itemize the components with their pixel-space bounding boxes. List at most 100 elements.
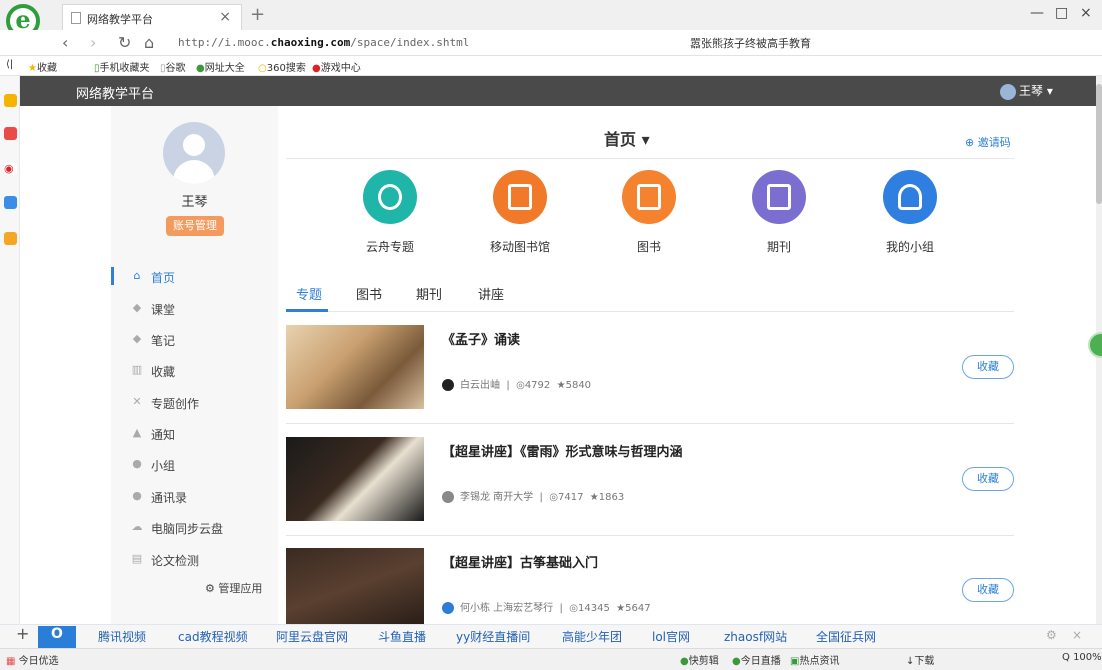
scrollbar-thumb[interactable] xyxy=(1096,84,1102,204)
quick-link[interactable]: cad教程视频 xyxy=(178,628,248,645)
nav-item-cloud[interactable]: ☁ 电脑同步云盘 xyxy=(111,515,278,541)
browser-sidebar xyxy=(0,76,20,624)
feature-my-group[interactable]: 我的小组 xyxy=(865,170,955,255)
item-meta: 何小栋 上海宏艺琴行 | ◎14345 ★5647 xyxy=(442,599,651,614)
item-title[interactable]: 【超星讲座】《雷雨》形式意味与哲理内涵 xyxy=(442,441,683,460)
thumbnail xyxy=(286,548,424,624)
status-item[interactable]: ●今日直播 xyxy=(732,652,781,667)
user-menu[interactable]: 王琴 ▾ xyxy=(1000,82,1053,100)
browser-tab[interactable]: 网络教学平台 × xyxy=(62,4,242,30)
feature-books[interactable]: 图书 xyxy=(604,170,694,255)
weibo-icon[interactable]: ◉ xyxy=(4,162,17,175)
quick-link[interactable]: 全国征兵网 xyxy=(816,628,876,645)
nav-item-contacts[interactable]: ● 通讯录 xyxy=(111,484,278,510)
manage-apps-link[interactable]: ⚙ 管理应用 xyxy=(205,580,262,596)
tab-journals[interactable]: 期刊 xyxy=(416,284,442,303)
nav-item-group[interactable]: ● 小组 xyxy=(111,452,278,478)
tab-close-button[interactable]: × xyxy=(219,9,231,25)
book-icon xyxy=(622,170,676,224)
tab-title: 网络教学平台 xyxy=(87,13,153,26)
close-button[interactable]: × xyxy=(1080,5,1092,21)
favorite-button[interactable]: 收藏 xyxy=(962,578,1014,602)
topic-create-icon: ✕ xyxy=(132,395,142,408)
notes-icon: ◆ xyxy=(132,332,142,345)
quick-link[interactable]: 阿里云盘官网 xyxy=(276,628,348,645)
user-name: 王琴 xyxy=(1019,84,1044,98)
invite-code-link[interactable]: ⊕ 邀请码 xyxy=(965,134,1011,150)
profile-name: 王琴 xyxy=(181,195,208,210)
forward-icon[interactable]: › xyxy=(90,33,96,52)
account-manage-button[interactable]: 账号管理 xyxy=(166,216,224,236)
feature-yunzhou[interactable]: 云舟专题 xyxy=(345,170,435,255)
nav-item-notice[interactable]: ▲ 通知 xyxy=(111,421,278,447)
page-icon xyxy=(71,12,81,24)
quick-links-bar xyxy=(0,624,1102,648)
quick-link[interactable]: 斗鱼直播 xyxy=(378,628,426,645)
item-title[interactable]: 【超星讲座】古筝基础入门 xyxy=(442,552,598,571)
quick-link[interactable]: lol官网 xyxy=(652,628,690,645)
maximize-button[interactable]: □ xyxy=(1055,5,1068,21)
favorites-icon: ▥ xyxy=(131,363,143,376)
avatar[interactable] xyxy=(163,122,225,184)
quick-link[interactable]: 高能少年团 xyxy=(562,628,622,645)
status-item[interactable]: ●快剪辑 xyxy=(680,652,719,667)
download-icon[interactable]: ↓下载 xyxy=(906,652,934,667)
url-input[interactable]: http://i.mooc.chaoxing.com/space/index.s… xyxy=(178,36,469,49)
bookmark-favorites[interactable]: ★收藏 xyxy=(28,59,57,74)
status-item[interactable]: ▣热点资讯 xyxy=(790,652,839,667)
add-icon[interactable]: + xyxy=(16,624,29,643)
nav-item-favorites[interactable]: ▥ 收藏 xyxy=(111,358,278,384)
bookmark-directory[interactable]: ●网址大全 xyxy=(196,59,245,74)
item-title[interactable]: 《孟子》诵读 xyxy=(442,329,520,348)
tab-divider xyxy=(286,311,1014,312)
bookmark-games[interactable]: ●游戏中心 xyxy=(312,59,361,74)
back-icon[interactable]: ‹ xyxy=(62,33,68,52)
page-title[interactable]: 首页 ▾ xyxy=(604,126,650,150)
mobile-icon xyxy=(493,170,547,224)
sidebar-toggle-icon[interactable]: ⟨| xyxy=(6,59,13,70)
home-icon[interactable]: ⌂ xyxy=(144,33,154,52)
status-bar xyxy=(0,648,1102,670)
tab-books[interactable]: 图书 xyxy=(356,284,382,303)
favorite-button[interactable]: 收藏 xyxy=(962,355,1014,379)
list-item[interactable]: 【超星讲座】《雷雨》形式意味与哲理内涵 李锡龙 南开大学 | ◎7417 ★18… xyxy=(286,437,1014,549)
feature-mobile-library[interactable]: 移动图书馆 xyxy=(475,170,565,255)
nav-item-topic-create[interactable]: ✕ 专题创作 xyxy=(111,390,278,416)
new-tab-button[interactable]: + xyxy=(250,4,265,25)
tab-active-underline xyxy=(286,309,328,312)
notebook-icon[interactable] xyxy=(4,232,17,245)
bookmark-mobile[interactable]: ▯手机收藏夹 xyxy=(94,59,150,74)
document-check-icon: ▤ xyxy=(131,552,143,565)
zoom-level[interactable]: Q 100% xyxy=(1062,652,1102,663)
search-circle-icon[interactable]: O xyxy=(38,626,76,648)
refresh-icon[interactable]: ↻ xyxy=(118,33,131,52)
address-bar-row xyxy=(0,30,1102,56)
quick-link[interactable]: 腾讯视频 xyxy=(98,628,146,645)
tab-lectures[interactable]: 讲座 xyxy=(478,284,504,303)
feature-journals[interactable]: 期刊 xyxy=(734,170,824,255)
close-icon[interactable]: × xyxy=(1072,628,1082,642)
mail-icon[interactable] xyxy=(4,196,17,209)
divider xyxy=(286,535,1014,536)
bell-icon: ▲ xyxy=(132,426,142,439)
today-picks[interactable]: ▦ 今日优选 xyxy=(6,652,59,667)
star-icon[interactable] xyxy=(4,94,17,107)
news-icon[interactable] xyxy=(4,127,17,140)
nav-item-notes[interactable]: ◆ 笔记 xyxy=(111,327,278,353)
nav-item-paper-check[interactable]: ▤ 论文检测 xyxy=(111,547,278,573)
gear-icon[interactable]: ⚙ xyxy=(1046,628,1057,642)
floating-assistant-icon[interactable] xyxy=(1088,332,1102,358)
favorite-button[interactable]: 收藏 xyxy=(962,467,1014,491)
bookmark-google[interactable]: ▯谷歌 xyxy=(160,59,186,74)
nav-item-home[interactable]: ⌂ 首页 xyxy=(111,264,278,290)
minimize-button[interactable]: — xyxy=(1030,5,1044,21)
tab-topics[interactable]: 专题 xyxy=(296,284,322,303)
quick-link[interactable]: yy财经直播间 xyxy=(456,628,530,645)
list-item[interactable]: 《孟子》诵读 白云出岫 | ◎4792 ★5840 收藏 xyxy=(286,325,1014,437)
home-icon: ⌂ xyxy=(133,269,141,282)
bookmark-360search[interactable]: ○360搜索 xyxy=(258,59,306,74)
quick-link[interactable]: zhaosf网站 xyxy=(724,628,787,645)
nav-item-classroom[interactable]: ◆ 课堂 xyxy=(111,296,278,322)
search-input[interactable]: 嚣张熊孩子终被高手教育 xyxy=(690,35,840,51)
cloud-icon xyxy=(363,170,417,224)
